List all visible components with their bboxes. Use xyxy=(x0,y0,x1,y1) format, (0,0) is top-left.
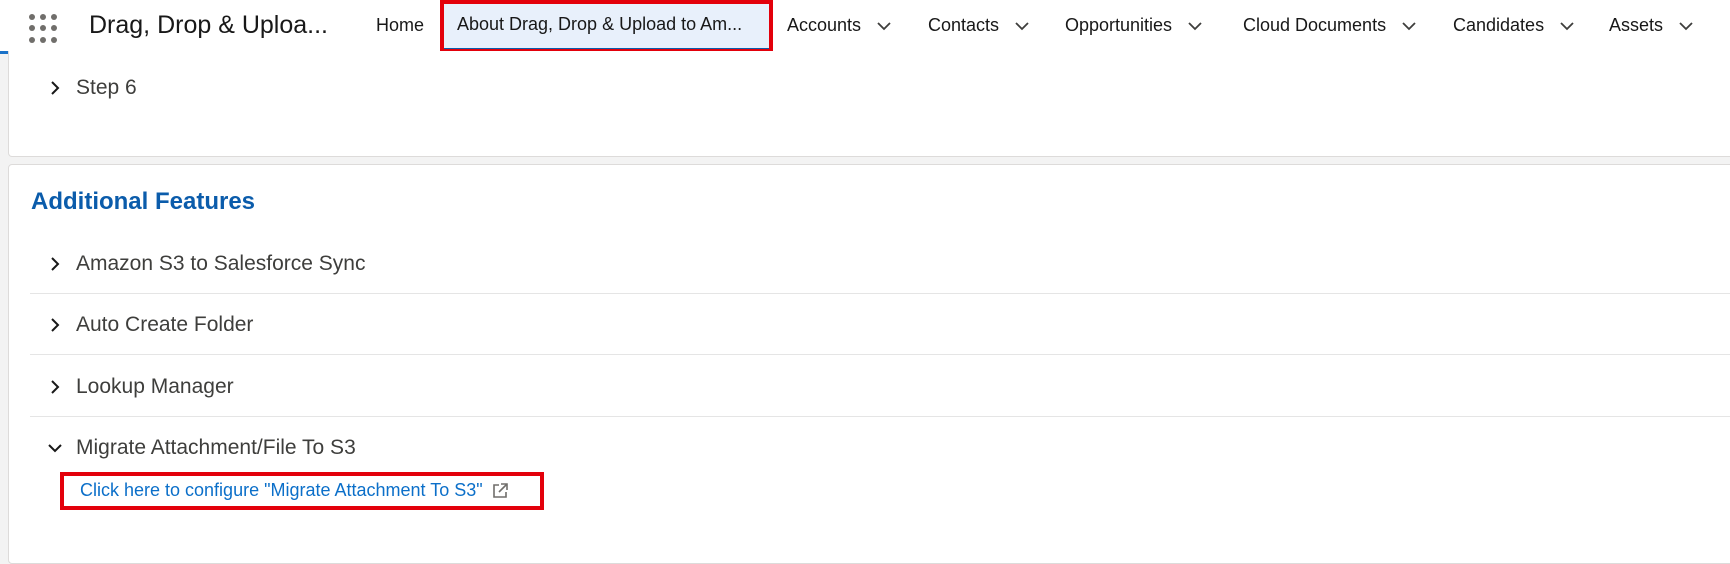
configure-migrate-attachment-link[interactable]: Click here to configure "Migrate Attachm… xyxy=(80,480,509,501)
nav-tab-candidates[interactable]: Candidates xyxy=(1453,0,1574,51)
chevron-right-icon xyxy=(51,256,60,271)
nav-tab-label: About Drag, Drop & Upload to Am... xyxy=(457,13,743,34)
nav-tab-label: Accounts xyxy=(787,15,862,35)
chevron-right-icon xyxy=(51,379,60,394)
external-link-icon xyxy=(492,482,508,498)
nav-tab-contacts[interactable]: Contacts xyxy=(928,0,1029,51)
chevron-down-icon xyxy=(48,444,62,453)
nav-tab-home[interactable]: Home xyxy=(376,0,424,51)
chevron-down-icon[interactable] xyxy=(1679,19,1693,33)
nav-tab-about[interactable]: About Drag, Drop & Upload to Am... xyxy=(442,0,772,51)
chevron-down-icon[interactable] xyxy=(877,19,891,33)
chevron-down-icon[interactable] xyxy=(1188,19,1202,33)
app-name: Drag, Drop & Uploa... xyxy=(89,11,328,39)
top-navigation-bar: Drag, Drop & Uploa... Home About Drag, D… xyxy=(0,0,1730,54)
nav-tab-label: Cloud Documents xyxy=(1243,15,1387,35)
accordion-step-6[interactable]: Step 6 xyxy=(30,58,1730,118)
link-label: Click here to configure "Migrate Attachm… xyxy=(80,480,483,500)
accordion-label: Auto Create Folder xyxy=(76,312,254,336)
accordion-label: Amazon S3 to Salesforce Sync xyxy=(76,251,366,275)
app-launcher-waffle-icon[interactable] xyxy=(28,9,62,43)
nav-tab-accounts[interactable]: Accounts xyxy=(787,0,891,51)
chevron-down-icon[interactable] xyxy=(1015,19,1029,33)
nav-tab-cloud-documents[interactable]: Cloud Documents xyxy=(1243,0,1416,51)
nav-tab-label: Contacts xyxy=(928,15,1000,35)
nav-tab-assets[interactable]: Assets xyxy=(1609,0,1693,51)
accordion-migrate-attachment[interactable]: Migrate Attachment/File To S3 xyxy=(30,418,1730,478)
nav-tab-label: Candidates xyxy=(1453,15,1545,35)
nav-tab-opportunities[interactable]: Opportunities xyxy=(1065,0,1202,51)
accordion-amazon-s3-sync[interactable]: Amazon S3 to Salesforce Sync xyxy=(30,234,1730,294)
accordion-label: Step 6 xyxy=(76,76,137,99)
chevron-down-icon[interactable] xyxy=(1560,19,1574,33)
chevron-right-icon xyxy=(51,317,60,332)
chevron-right-icon xyxy=(51,81,60,95)
accordion-lookup-manager[interactable]: Lookup Manager xyxy=(30,357,1730,417)
nav-tab-label: Home xyxy=(376,15,425,35)
accordion-auto-create-folder[interactable]: Auto Create Folder xyxy=(30,295,1730,355)
nav-tab-label: Assets xyxy=(1609,15,1664,35)
accordion-label: Lookup Manager xyxy=(76,374,234,398)
accordion-label: Migrate Attachment/File To S3 xyxy=(76,436,356,459)
chevron-down-icon[interactable] xyxy=(1402,19,1416,33)
nav-tab-label: Opportunities xyxy=(1065,15,1173,35)
section-title: Additional Features xyxy=(31,188,256,215)
